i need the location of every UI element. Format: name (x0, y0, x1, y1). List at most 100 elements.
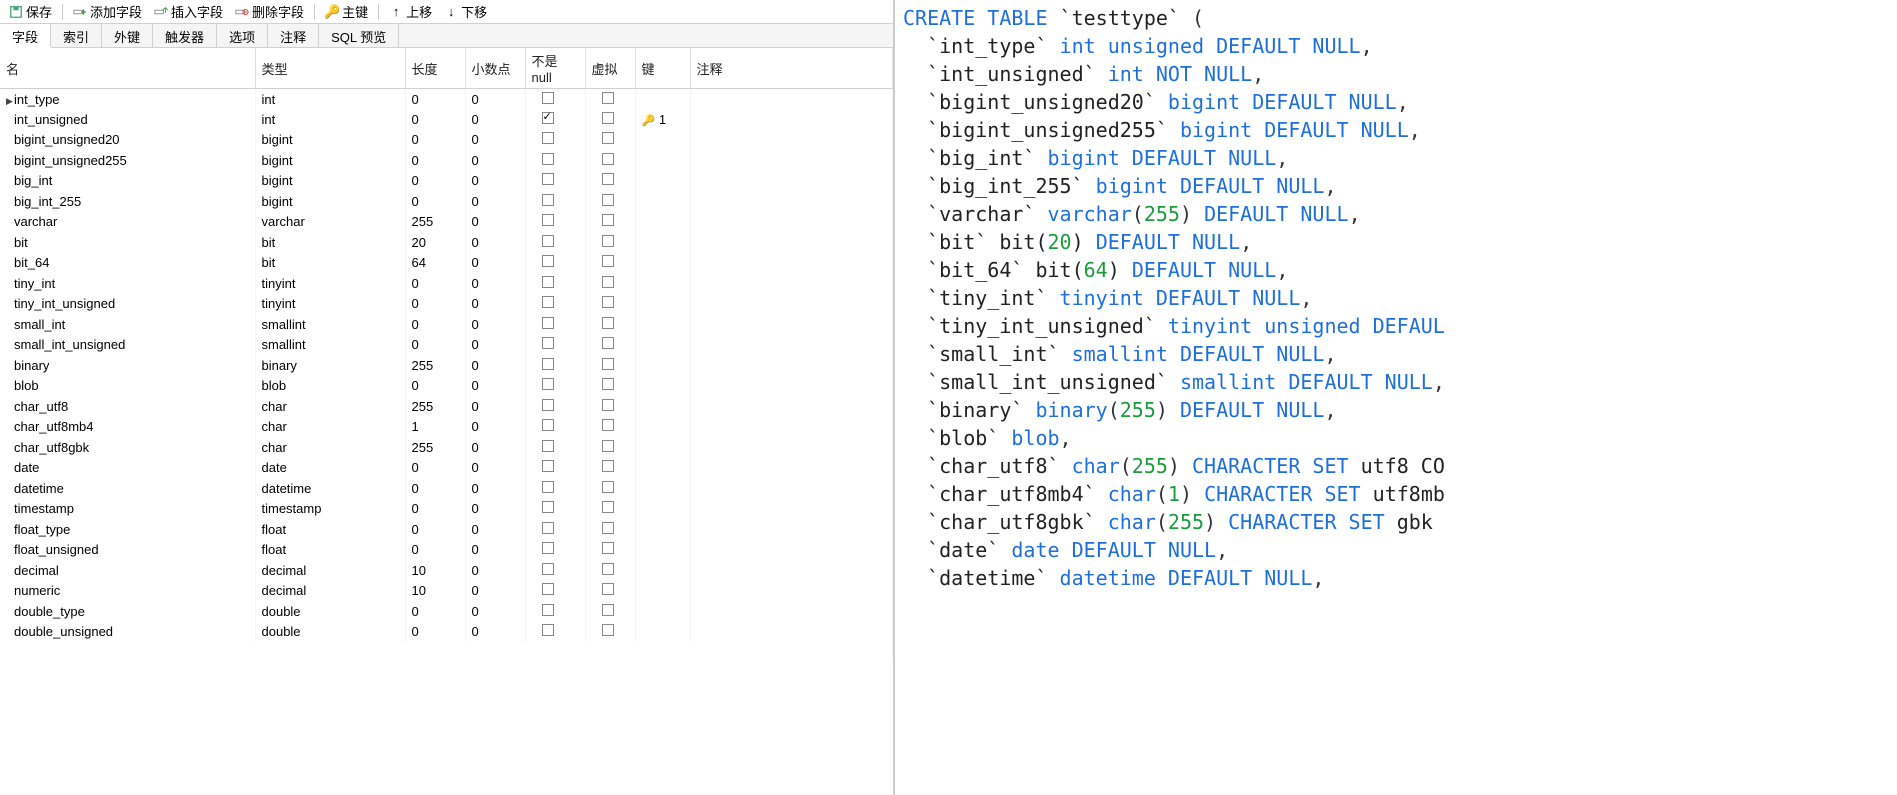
checkbox-virtual[interactable] (602, 460, 614, 472)
cell-key[interactable] (635, 253, 690, 274)
checkbox-not-null[interactable] (542, 92, 554, 104)
cell-not-null[interactable] (525, 376, 585, 397)
table-row[interactable]: tiny_int_unsignedtinyint00 (0, 294, 893, 315)
tab-1[interactable]: 索引 (51, 24, 102, 47)
cell-decimals[interactable]: 0 (465, 335, 525, 356)
cell-comment[interactable] (690, 150, 893, 171)
cell-type[interactable]: tinyint (255, 294, 405, 315)
cell-comment[interactable] (690, 499, 893, 520)
header-decimals[interactable]: 小数点 (465, 48, 525, 89)
table-row[interactable]: bitbit200 (0, 232, 893, 253)
cell-length[interactable]: 0 (405, 376, 465, 397)
checkbox-not-null[interactable] (542, 460, 554, 472)
checkbox-not-null[interactable] (542, 399, 554, 411)
header-name[interactable]: 名 (0, 48, 255, 89)
cell-name[interactable]: small_int_unsigned (0, 335, 255, 356)
cell-not-null[interactable] (525, 191, 585, 212)
cell-decimals[interactable]: 0 (465, 232, 525, 253)
header-virtual[interactable]: 虚拟 (585, 48, 635, 89)
cell-comment[interactable] (690, 478, 893, 499)
checkbox-not-null[interactable] (542, 112, 554, 124)
cell-key[interactable] (635, 130, 690, 151)
checkbox-virtual[interactable] (602, 337, 614, 349)
cell-length[interactable]: 255 (405, 437, 465, 458)
checkbox-virtual[interactable] (602, 501, 614, 513)
cell-name[interactable]: datetime (0, 478, 255, 499)
delete-field-button[interactable]: 删除字段 (230, 0, 309, 23)
cell-not-null[interactable] (525, 437, 585, 458)
cell-virtual[interactable] (585, 601, 635, 622)
checkbox-not-null[interactable] (542, 255, 554, 267)
checkbox-not-null[interactable] (542, 419, 554, 431)
checkbox-not-null[interactable] (542, 276, 554, 288)
cell-not-null[interactable] (525, 89, 585, 110)
cell-key[interactable] (635, 560, 690, 581)
checkbox-virtual[interactable] (602, 624, 614, 636)
checkbox-virtual[interactable] (602, 112, 614, 124)
cell-length[interactable]: 0 (405, 89, 465, 110)
cell-type[interactable]: double (255, 622, 405, 643)
checkbox-not-null[interactable] (542, 481, 554, 493)
cell-decimals[interactable]: 0 (465, 355, 525, 376)
cell-comment[interactable] (690, 519, 893, 540)
cell-decimals[interactable]: 0 (465, 273, 525, 294)
cell-decimals[interactable]: 0 (465, 519, 525, 540)
cell-decimals[interactable]: 0 (465, 130, 525, 151)
cell-comment[interactable] (690, 109, 893, 130)
cell-decimals[interactable]: 0 (465, 396, 525, 417)
checkbox-virtual[interactable] (602, 419, 614, 431)
cell-comment[interactable] (690, 130, 893, 151)
cell-name[interactable]: varchar (0, 212, 255, 233)
cell-length[interactable]: 0 (405, 519, 465, 540)
cell-key[interactable] (635, 355, 690, 376)
cell-not-null[interactable] (525, 560, 585, 581)
cell-type[interactable]: datetime (255, 478, 405, 499)
cell-decimals[interactable]: 0 (465, 581, 525, 602)
cell-not-null[interactable] (525, 601, 585, 622)
cell-length[interactable]: 255 (405, 212, 465, 233)
cell-decimals[interactable]: 0 (465, 540, 525, 561)
tab-0[interactable]: 字段 (0, 24, 51, 48)
cell-decimals[interactable]: 0 (465, 294, 525, 315)
cell-comment[interactable] (690, 622, 893, 643)
table-row[interactable]: decimaldecimal100 (0, 560, 893, 581)
checkbox-virtual[interactable] (602, 173, 614, 185)
cell-virtual[interactable] (585, 478, 635, 499)
checkbox-virtual[interactable] (602, 563, 614, 575)
cell-key[interactable] (635, 478, 690, 499)
cell-name[interactable]: date (0, 458, 255, 479)
cell-key[interactable] (635, 273, 690, 294)
checkbox-virtual[interactable] (602, 399, 614, 411)
cell-length[interactable]: 0 (405, 130, 465, 151)
cell-virtual[interactable] (585, 89, 635, 110)
cell-decimals[interactable]: 0 (465, 437, 525, 458)
cell-comment[interactable] (690, 581, 893, 602)
checkbox-virtual[interactable] (602, 92, 614, 104)
cell-type[interactable]: binary (255, 355, 405, 376)
table-row[interactable]: double_typedouble00 (0, 601, 893, 622)
cell-comment[interactable] (690, 437, 893, 458)
cell-not-null[interactable] (525, 540, 585, 561)
cell-key[interactable] (635, 376, 690, 397)
cell-not-null[interactable] (525, 622, 585, 643)
cell-type[interactable]: bigint (255, 130, 405, 151)
table-row[interactable]: char_utf8char2550 (0, 396, 893, 417)
cell-length[interactable]: 0 (405, 191, 465, 212)
cell-comment[interactable] (690, 314, 893, 335)
cell-virtual[interactable] (585, 191, 635, 212)
cell-comment[interactable] (690, 232, 893, 253)
cell-name[interactable]: big_int_255 (0, 191, 255, 212)
cell-type[interactable]: bigint (255, 150, 405, 171)
checkbox-virtual[interactable] (602, 235, 614, 247)
cell-key[interactable] (635, 150, 690, 171)
table-row[interactable]: float_unsignedfloat00 (0, 540, 893, 561)
cell-type[interactable]: varchar (255, 212, 405, 233)
cell-type[interactable]: char (255, 437, 405, 458)
cell-type[interactable]: blob (255, 376, 405, 397)
checkbox-not-null[interactable] (542, 358, 554, 370)
cell-name[interactable]: timestamp (0, 499, 255, 520)
cell-not-null[interactable] (525, 335, 585, 356)
cell-length[interactable]: 255 (405, 355, 465, 376)
cell-virtual[interactable] (585, 355, 635, 376)
tab-6[interactable]: SQL 预览 (319, 24, 399, 47)
